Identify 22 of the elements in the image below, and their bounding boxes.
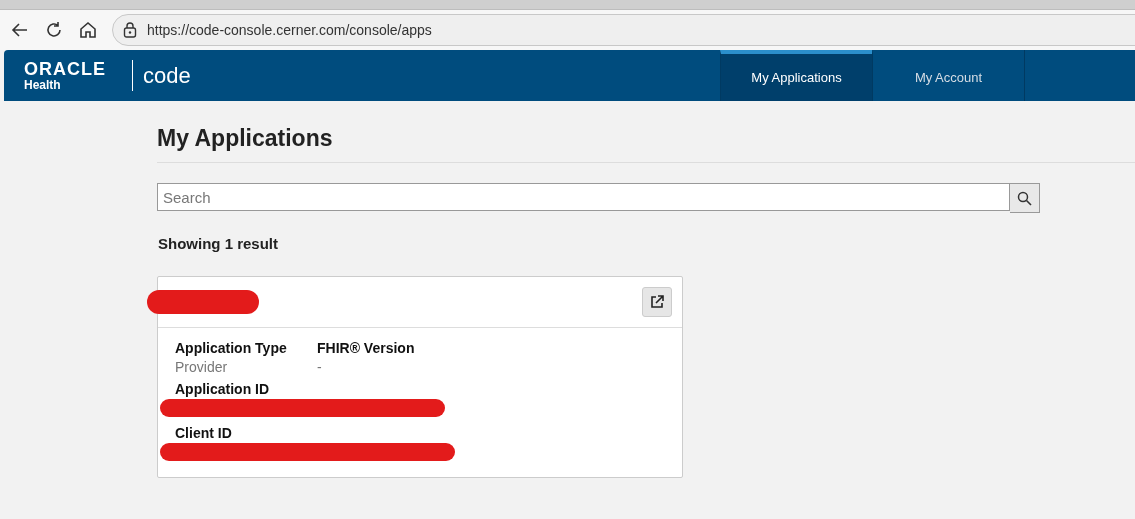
field-label: FHIR® Version xyxy=(317,340,416,356)
field-value: Provider xyxy=(175,359,229,375)
logo-text: ORACLE xyxy=(24,59,107,78)
field-label: Application Type xyxy=(175,340,288,356)
field-label: Client ID xyxy=(175,425,233,441)
address-bar[interactable]: https://code-console.cerner.com/console/apps xyxy=(112,14,1135,46)
search-field[interactable]: Search xyxy=(157,183,1010,211)
result-count: Showing 1 result xyxy=(158,235,279,252)
home-icon[interactable] xyxy=(78,20,98,40)
search-icon xyxy=(1017,190,1032,206)
field-label: Application ID xyxy=(175,381,271,397)
logo-subtitle: Health xyxy=(24,77,62,92)
field-value: - xyxy=(317,359,323,375)
url-text: https://code-console.cerner.com/console/apps xyxy=(147,22,432,38)
nav-tab[interactable]: My Applications xyxy=(720,50,872,101)
page-title: My Applications xyxy=(157,111,1135,163)
external-link-icon xyxy=(650,295,664,309)
reload-icon[interactable] xyxy=(44,20,64,40)
search-button[interactable] xyxy=(1010,183,1040,213)
open-external-button[interactable] xyxy=(642,287,672,317)
product-name: code xyxy=(143,62,191,89)
lock-icon xyxy=(123,22,137,38)
